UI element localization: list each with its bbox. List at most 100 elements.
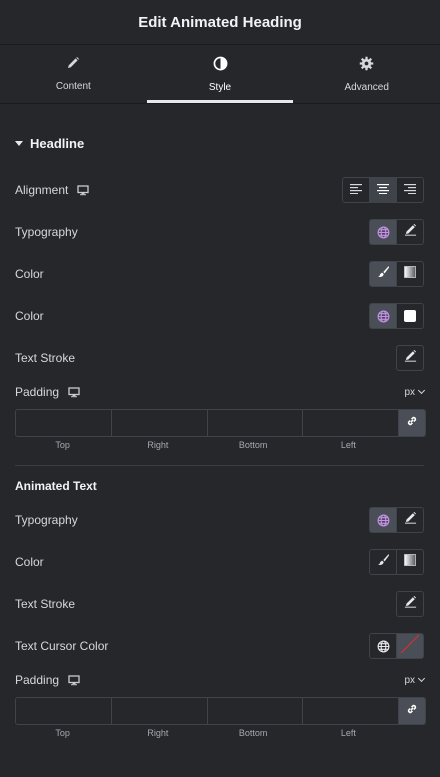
half-circle-icon	[213, 56, 228, 76]
color-label: Color	[15, 555, 44, 569]
tab-advanced[interactable]: Advanced	[293, 45, 440, 103]
align-right-button[interactable]	[397, 178, 423, 202]
headline-color-row: Color	[15, 303, 424, 329]
align-center-icon	[377, 181, 389, 199]
color-type-control	[369, 261, 424, 287]
padding-unit-select[interactable]: px	[404, 674, 426, 686]
animated-padding-inputs	[15, 697, 426, 725]
alignment-control	[342, 177, 424, 203]
headline-alignment-row: Alignment	[15, 177, 424, 203]
padding-unit-value: px	[404, 674, 415, 686]
padding-top-input[interactable]	[16, 410, 112, 436]
text-stroke-label: Text Stroke	[15, 597, 76, 611]
animated-color-row: Color	[15, 549, 424, 575]
headline-section-toggle[interactable]: Headline	[15, 136, 84, 151]
animated-typography-row: Typography	[15, 507, 424, 533]
panel-header: Edit Animated Heading	[0, 0, 440, 45]
typography-label: Typography	[15, 513, 78, 527]
gradient-icon	[404, 265, 416, 283]
align-left-icon	[350, 181, 362, 199]
tab-style[interactable]: Style	[146, 45, 294, 103]
brush-icon	[377, 553, 390, 571]
padding-right-label: Right	[147, 728, 169, 738]
empty-color-swatch-button[interactable]	[397, 634, 423, 658]
padding-bottom-input[interactable]	[207, 698, 304, 724]
typography-label: Typography	[15, 225, 78, 239]
edit-text-stroke-button[interactable]	[396, 345, 424, 371]
tab-bar: Content Style Advanced	[0, 45, 440, 104]
padding-top-input[interactable]	[16, 698, 112, 724]
text-cursor-color-row: Text Cursor Color	[15, 633, 424, 659]
headline-padding-inputs	[15, 409, 426, 437]
padding-unit-select[interactable]: px	[404, 386, 426, 398]
animated-text-section-title: Animated Text	[15, 479, 97, 493]
section-divider	[15, 465, 424, 466]
padding-left-label: Left	[340, 440, 356, 450]
chevron-down-icon	[417, 674, 426, 683]
gear-icon	[359, 56, 374, 76]
text-stroke-label: Text Stroke	[15, 351, 76, 365]
link-values-button[interactable]	[399, 698, 425, 724]
globe-icon	[377, 310, 390, 323]
padding-top-label: Top	[55, 728, 70, 738]
headline-typography-row: Typography	[15, 219, 424, 245]
gradient-color-button[interactable]	[397, 550, 423, 574]
pencil-icon	[66, 56, 80, 75]
caret-down-icon	[15, 141, 23, 146]
typography-control	[369, 219, 424, 245]
global-color-button[interactable]	[370, 634, 397, 658]
tab-content[interactable]: Content	[0, 45, 147, 103]
desktop-icon[interactable]	[77, 184, 90, 196]
edit-typography-button[interactable]	[397, 220, 423, 244]
padding-bottom-input[interactable]	[207, 410, 304, 436]
padding-right-input[interactable]	[111, 410, 208, 436]
chevron-down-icon	[417, 386, 426, 395]
tab-style-label: Style	[208, 81, 232, 93]
padding-bottom-label: Bottom	[238, 440, 268, 450]
padding-left-label: Left	[340, 728, 356, 738]
pencil-icon	[404, 349, 417, 367]
padding-right-input[interactable]	[111, 698, 208, 724]
color-swatch-button[interactable]	[397, 304, 423, 328]
global-typography-button[interactable]	[370, 508, 397, 532]
no-color-slash-icon	[398, 634, 422, 658]
padding-right-label: Right	[147, 440, 169, 450]
pencil-icon	[404, 595, 417, 613]
text-cursor-color-label: Text Cursor Color	[15, 639, 109, 653]
align-right-icon	[404, 181, 416, 199]
global-color-button[interactable]	[370, 304, 397, 328]
headline-section-title: Headline	[30, 136, 85, 151]
classic-color-button[interactable]	[370, 550, 397, 574]
desktop-icon[interactable]	[68, 386, 80, 398]
headline-text-stroke-row: Text Stroke	[15, 345, 424, 371]
link-values-button[interactable]	[399, 410, 425, 436]
tab-content-label: Content	[55, 81, 91, 92]
align-left-button[interactable]	[343, 178, 370, 202]
globe-icon	[377, 226, 390, 239]
desktop-icon[interactable]	[68, 674, 80, 686]
edit-typography-button[interactable]	[397, 508, 423, 532]
pencil-icon	[404, 223, 417, 241]
padding-left-input[interactable]	[303, 698, 399, 724]
color-label: Color	[15, 309, 44, 323]
global-typography-button[interactable]	[370, 220, 397, 244]
classic-color-button[interactable]	[370, 262, 397, 286]
padding-top-label: Top	[55, 440, 70, 450]
tab-advanced-label: Advanced	[344, 81, 389, 93]
padding-label: Padding	[15, 673, 60, 687]
animated-padding-labels: Top Right Bottom Left	[15, 728, 396, 738]
link-icon	[406, 414, 418, 432]
align-center-button[interactable]	[370, 178, 397, 202]
padding-left-input[interactable]	[303, 410, 399, 436]
color-swatch-white	[404, 310, 416, 322]
gradient-icon	[404, 553, 416, 571]
alignment-label: Alignment	[15, 183, 69, 197]
headline-padding-row: Padding px	[15, 379, 426, 405]
headline-color-type-row: Color	[15, 261, 424, 287]
color-picker-control	[369, 303, 424, 329]
gradient-color-button[interactable]	[397, 262, 423, 286]
globe-icon	[377, 640, 390, 653]
edit-text-stroke-button[interactable]	[396, 591, 424, 617]
padding-label: Padding	[15, 385, 60, 399]
color-label: Color	[15, 267, 44, 281]
